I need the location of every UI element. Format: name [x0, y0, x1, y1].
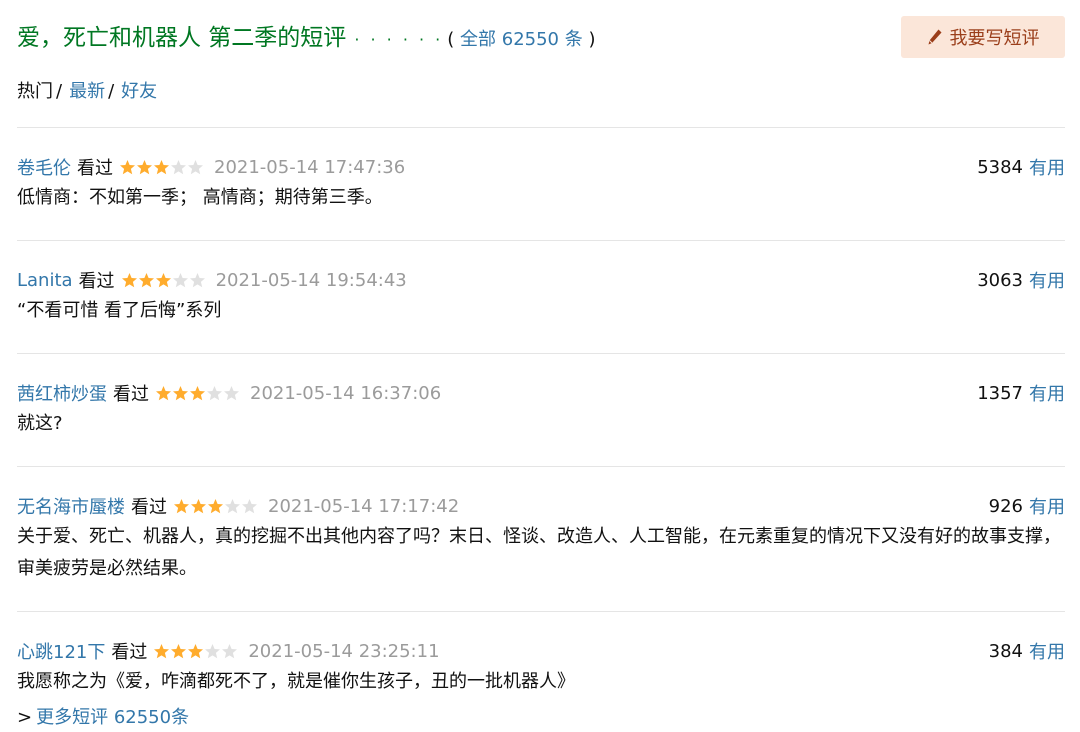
star-empty-icon [187, 159, 204, 175]
star-empty-icon [170, 159, 187, 175]
comment-meta: 无名海市蜃楼 看过 2021-05-14 17:17:42 [17, 493, 1065, 519]
star-filled-icon [189, 385, 206, 401]
comment-content: 就这? [17, 413, 63, 434]
comment-item: Lanita 看过 2021-05-14 19:54:43 3063 有用 “不… [17, 240, 1065, 353]
comment-votes: 384 有用 [989, 638, 1065, 664]
comment-user-link[interactable]: Lanita [17, 270, 73, 291]
useful-button[interactable]: 有用 [1029, 267, 1065, 293]
star-empty-icon [241, 498, 258, 514]
vote-count: 926 [988, 495, 1023, 517]
rating-stars [173, 498, 258, 514]
comment-time: 2021-05-14 23:25:11 [248, 640, 440, 662]
comment-item: 茜红柿炒蛋 看过 2021-05-14 16:37:06 1357 有用 就这? [17, 353, 1065, 466]
total-open-paren: ( [447, 29, 455, 50]
star-filled-icon [172, 385, 189, 401]
comment-votes: 5384 有用 [977, 154, 1065, 180]
tab-friends[interactable]: 好友 [121, 81, 157, 102]
star-empty-icon [204, 643, 221, 659]
comment-user-link[interactable]: 卷毛伦 [17, 154, 71, 180]
star-filled-icon [155, 272, 172, 288]
star-filled-icon [119, 159, 136, 175]
pencil-icon [928, 29, 941, 45]
star-empty-icon [206, 385, 223, 401]
comment-meta: 卷毛伦 看过 2021-05-14 17:47:36 [17, 154, 1065, 180]
write-comment-button[interactable]: 我要写短评 [901, 16, 1065, 58]
rating-stars [153, 643, 238, 659]
comment-status: 看过 [78, 271, 115, 292]
star-empty-icon [221, 643, 238, 659]
comment-user-link[interactable]: 心跳121下 [17, 638, 105, 664]
star-filled-icon [136, 159, 153, 175]
vote-count: 5384 [977, 156, 1023, 178]
comment-time: 2021-05-14 17:17:42 [268, 495, 460, 517]
useful-button[interactable]: 有用 [1029, 493, 1065, 519]
star-filled-icon [207, 498, 224, 514]
star-filled-icon [173, 498, 190, 514]
sort-tabs: 热门 / 最新 / 好友 [17, 77, 157, 103]
star-filled-icon [187, 643, 204, 659]
more-comments-link[interactable]: 更多短评 62550条 [36, 707, 189, 728]
tab-separator: / [108, 81, 115, 102]
star-empty-icon [224, 498, 241, 514]
rating-stars [155, 385, 240, 401]
comment-meta: Lanita 看过 2021-05-14 19:54:43 [17, 267, 1065, 293]
comment-content: “不看可惜 看了后悔”系列 [17, 300, 222, 321]
rating-stars [121, 272, 206, 288]
star-filled-icon [121, 272, 138, 288]
comment-votes: 3063 有用 [977, 267, 1065, 293]
section-title: 爱，死亡和机器人 第二季的短评 [17, 25, 347, 51]
star-filled-icon [153, 159, 170, 175]
comment-content: 我愿称之为《爱，咋滴都死不了，就是催你生孩子，丑的一批机器人》 [17, 671, 575, 692]
comment-meta: 茜红柿炒蛋 看过 2021-05-14 16:37:06 [17, 380, 1065, 406]
comment-item: 卷毛伦 看过 2021-05-14 17:47:36 5384 有用 低情商：不… [17, 127, 1065, 240]
comment-content: 关于爱、死亡、机器人，真的挖掘不出其他内容了吗？末日、怪谈、改造人、人工智能，在… [17, 526, 1061, 579]
star-filled-icon [138, 272, 155, 288]
vote-count: 384 [988, 640, 1023, 662]
comment-list: 卷毛伦 看过 2021-05-14 17:47:36 5384 有用 低情商：不… [17, 127, 1065, 724]
more-arrow: > [17, 707, 33, 728]
comment-status: 看过 [77, 158, 113, 179]
write-comment-label: 我要写短评 [949, 28, 1040, 49]
comment-votes: 926 有用 [989, 493, 1065, 519]
tab-hot[interactable]: 热门 [17, 81, 53, 102]
comment-status: 看过 [113, 384, 149, 405]
star-filled-icon [155, 385, 172, 401]
comment-status: 看过 [131, 497, 167, 518]
comment-item: 无名海市蜃楼 看过 2021-05-14 17:17:42 926 有用 关于爱… [17, 466, 1065, 611]
star-empty-icon [223, 385, 240, 401]
comment-votes: 1357 有用 [977, 380, 1065, 406]
rating-stars [119, 159, 204, 175]
section-header: 爱，死亡和机器人 第二季的短评 · · · · · · ( 全部 62550 条… [17, 0, 1065, 102]
all-comments-link[interactable]: 全部 62550 条 [460, 29, 583, 50]
comment-status: 看过 [111, 642, 148, 663]
tab-separator: / [56, 81, 63, 102]
more-comments: > 更多短评 62550条 [17, 703, 189, 729]
comment-time: 2021-05-14 17:47:36 [214, 156, 406, 178]
comment-content: 低情商：不如第一季； 高情商；期待第三季。 [17, 187, 383, 208]
title-dots: · · · · · · [354, 30, 444, 49]
comment-meta: 心跳121下 看过 2021-05-14 23:25:11 [17, 638, 1065, 664]
useful-button[interactable]: 有用 [1029, 380, 1065, 406]
comment-user-link[interactable]: 茜红柿炒蛋 [17, 380, 107, 406]
comment-time: 2021-05-14 16:37:06 [250, 382, 442, 404]
comment-user-link[interactable]: 无名海市蜃楼 [17, 493, 125, 519]
star-filled-icon [170, 643, 187, 659]
star-empty-icon [189, 272, 206, 288]
useful-button[interactable]: 有用 [1029, 638, 1065, 664]
title-line: 爱，死亡和机器人 第二季的短评 · · · · · · ( 全部 62550 条… [17, 18, 596, 52]
star-filled-icon [190, 498, 207, 514]
comment-time: 2021-05-14 19:54:43 [215, 269, 407, 291]
useful-button[interactable]: 有用 [1029, 154, 1065, 180]
tab-latest[interactable]: 最新 [69, 81, 105, 102]
star-empty-icon [172, 272, 189, 288]
vote-count: 3063 [977, 269, 1023, 291]
total-count: ( 全部 62550 条 ) [447, 25, 595, 51]
total-close-paren: ) [588, 29, 596, 50]
star-filled-icon [153, 643, 170, 659]
comments-section: 爱，死亡和机器人 第二季的短评 · · · · · · ( 全部 62550 条… [17, 0, 1065, 692]
vote-count: 1357 [977, 382, 1023, 404]
